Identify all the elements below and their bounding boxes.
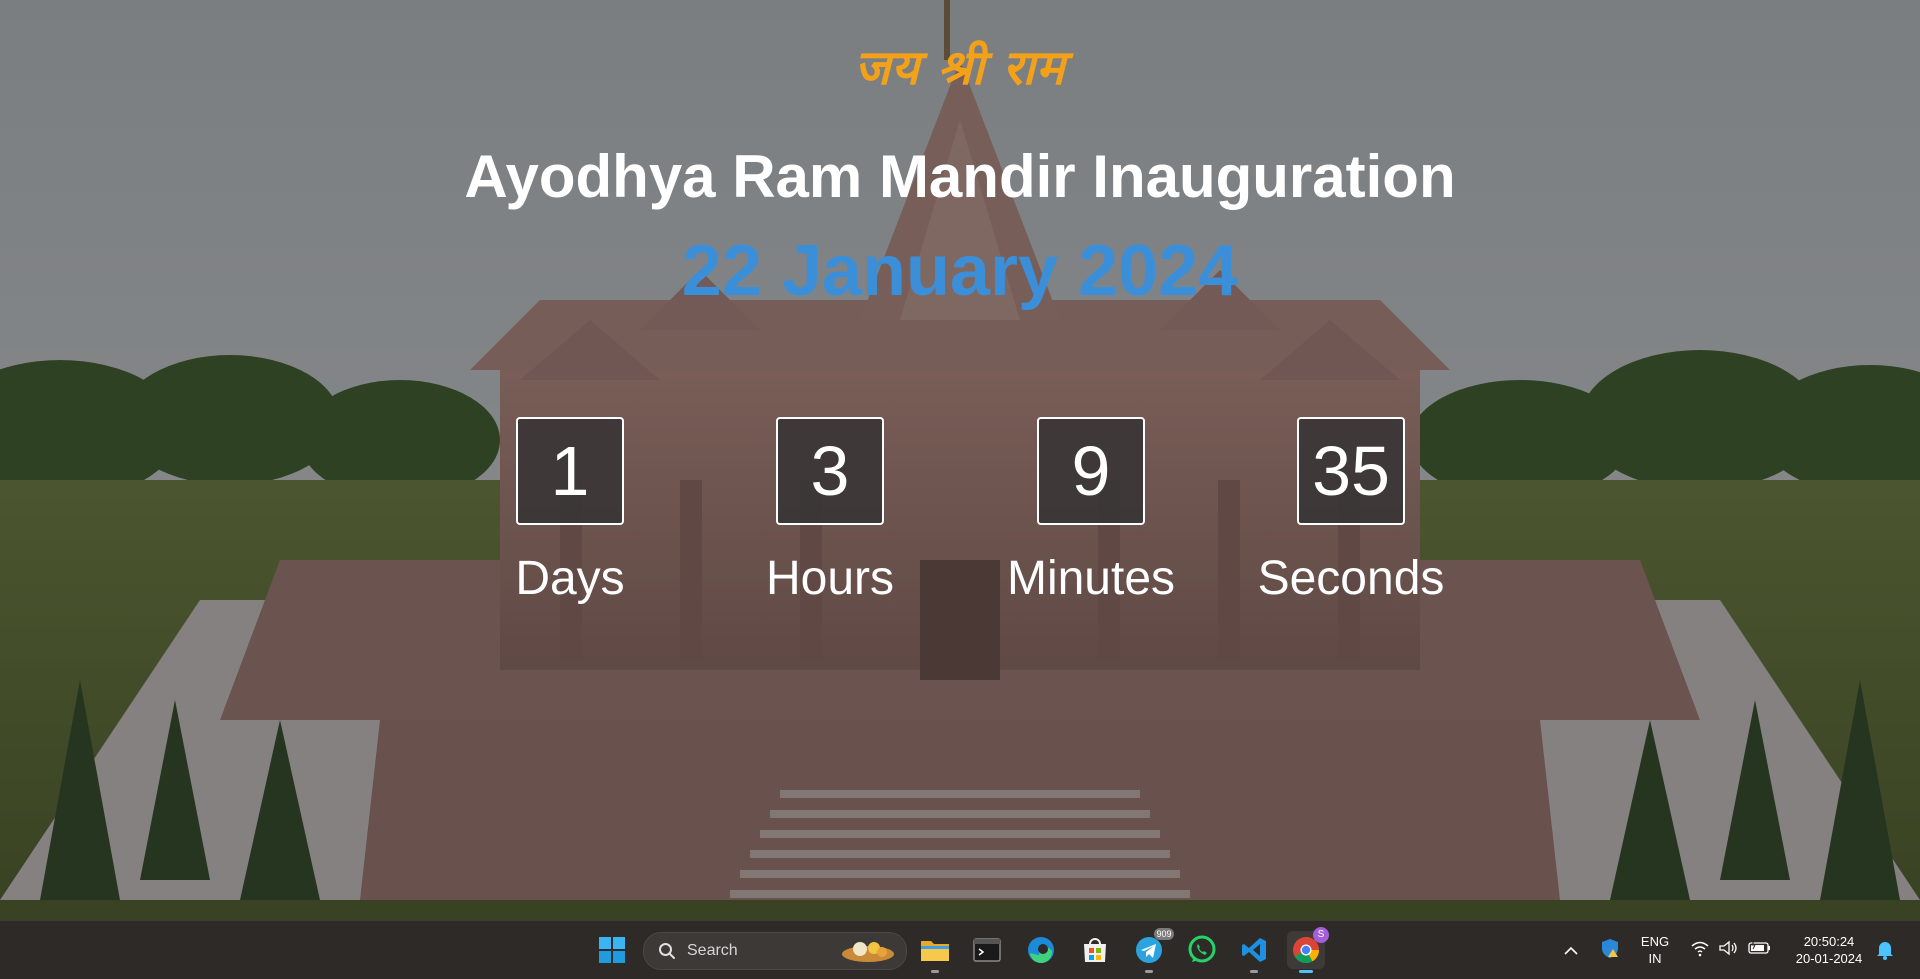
countdown-days: 1 Days (450, 417, 690, 606)
taskbar-search-box[interactable]: Search (643, 932, 907, 970)
running-indicator (931, 970, 939, 973)
countdown-seconds: 35 Seconds (1231, 417, 1471, 606)
windows-taskbar: Search 909 S ENG IN 20:50:24 20-01-2024 (0, 920, 1920, 979)
search-highlight-icon (842, 942, 894, 962)
seconds-value: 35 (1297, 417, 1405, 525)
hours-value: 3 (776, 417, 884, 525)
windows-start-icon[interactable] (593, 931, 631, 969)
clock-date: 20-01-2024 (1795, 951, 1863, 966)
running-indicator (1250, 970, 1258, 973)
wifi-icon[interactable] (1690, 939, 1710, 961)
whatsapp-icon[interactable] (1183, 931, 1221, 969)
language-code: ENG (1640, 934, 1670, 949)
countdown-minutes: 9 Minutes (971, 417, 1211, 606)
active-indicator (1299, 970, 1313, 973)
terminal-icon[interactable] (968, 931, 1006, 969)
search-icon (659, 943, 675, 959)
security-warning-icon[interactable] (1599, 937, 1621, 963)
countdown-hours: 3 Hours (710, 417, 950, 606)
telegram-badge: 909 (1154, 928, 1174, 940)
hindi-heading: जय श्री राम (854, 40, 1066, 96)
clock[interactable]: 20:50:24 20-01-2024 (1784, 933, 1874, 967)
microsoft-store-icon[interactable] (1076, 931, 1114, 969)
volume-icon[interactable] (1718, 939, 1738, 961)
seconds-label: Seconds (1257, 552, 1445, 605)
show-hidden-icons-chevron[interactable] (1563, 941, 1579, 960)
file-explorer-icon[interactable] (916, 931, 954, 973)
hours-label: Hours (765, 552, 895, 605)
dark-overlay (0, 0, 1920, 920)
search-placeholder: Search (687, 942, 738, 959)
days-value: 1 (516, 417, 624, 525)
clock-time: 20:50:24 (1803, 934, 1855, 949)
telegram-icon[interactable]: 909 (1130, 928, 1174, 973)
chrome-profile-badge: S (1313, 927, 1329, 943)
vscode-icon[interactable] (1235, 931, 1273, 973)
event-date: 22 January 2024 (681, 231, 1239, 311)
language-indicator[interactable]: ENG IN (1640, 933, 1670, 967)
page-title: Ayodhya Ram Mandir Inauguration (464, 143, 1456, 210)
region-code: IN (1648, 951, 1662, 966)
minutes-value: 9 (1037, 417, 1145, 525)
days-label: Days (515, 552, 625, 605)
minutes-label: Minutes (1006, 552, 1176, 605)
chrome-icon[interactable]: S (1287, 927, 1329, 973)
battery-icon[interactable] (1748, 940, 1772, 960)
edge-icon[interactable] (1022, 931, 1060, 969)
notification-bell-icon[interactable] (1876, 940, 1894, 964)
running-indicator (1145, 970, 1153, 973)
